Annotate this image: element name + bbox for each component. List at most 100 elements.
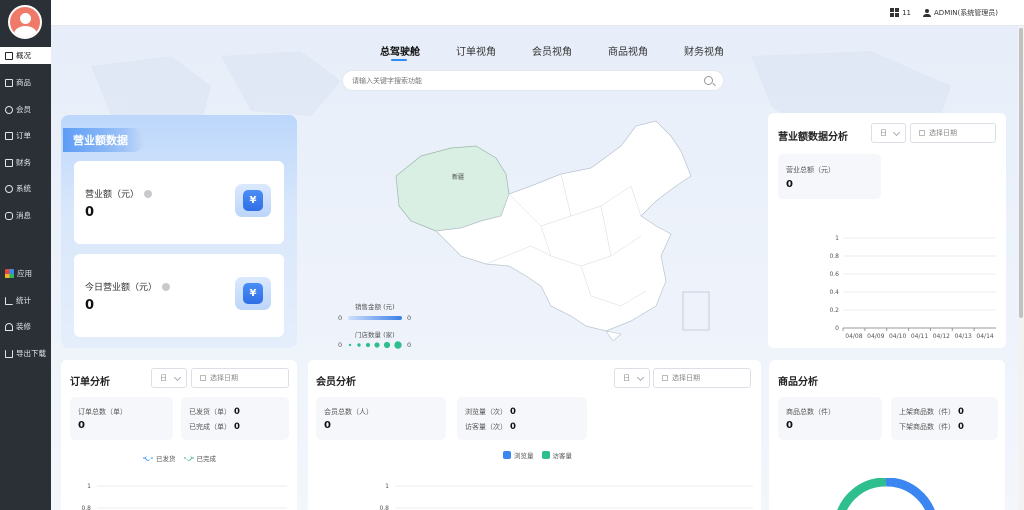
sidebar-item-system[interactable]: 系统	[0, 180, 51, 197]
order-chart-legend: 已发货 已完成	[143, 453, 216, 463]
legend-swatch	[541, 451, 550, 459]
revenue-analysis-card: 营业额数据分析 日 选择日期 营业总额（元） 0 0 0.2 0.4 0.6 0.8 1 0…	[768, 113, 1006, 348]
sidebar-item-finance[interactable]: 财务	[0, 154, 51, 171]
legend-done[interactable]: 已完成	[183, 453, 216, 463]
sidebar-item-stats[interactable]: 统计	[0, 292, 51, 309]
user-icon	[923, 9, 932, 17]
legend-shipped[interactable]: 已发货	[143, 453, 176, 463]
tab-cockpit[interactable]: 总驾驶舱	[362, 43, 438, 61]
total-revenue-card: 营业额（元） 0 ¥	[74, 161, 284, 244]
product-total-stat: 商品总数（件） 0	[778, 397, 882, 440]
revenue-line-chart: 0 0.2 0.4 0.6 0.8 1 04/08 04/09 04/10 04/11 04/12 0…	[829, 235, 996, 340]
today-revenue-value: 0	[85, 298, 95, 313]
shipped-value: 0	[234, 407, 240, 417]
member-bar-chart: 0.81	[379, 483, 753, 510]
tab-members[interactable]: 会员视角	[514, 43, 590, 58]
stat-label: 订单总数（单）	[78, 408, 127, 416]
info-icon[interactable]	[144, 190, 153, 198]
product-analysis-title: 商品分析	[778, 377, 818, 388]
scrollbar-thumb[interactable]	[1019, 28, 1023, 318]
brush-icon	[5, 322, 13, 331]
period-select[interactable]: 日	[151, 368, 187, 388]
member-total-stat: 会员总数（人） 0	[316, 397, 446, 440]
search-input[interactable]	[352, 76, 682, 85]
member-analysis-card: 会员分析 日 选择日期 会员总数（人） 0 浏览量（次） 0 访客量（次） 0 浏览…	[308, 360, 761, 510]
revenue-panel-title: 营业额数据	[63, 128, 145, 152]
view-tabs: 总驾驶舱 订单视角 会员视角 商品视角 财务视角	[362, 43, 742, 61]
china-map[interactable]	[391, 116, 711, 341]
search-icon[interactable]	[704, 76, 713, 85]
user-menu[interactable]: ADMIN(系统管理员)	[923, 8, 998, 18]
views-label: 浏览量（次）	[465, 408, 507, 416]
sales-legend-max: 0	[407, 314, 412, 322]
revenue-total-stat: 营业总额（元） 0	[778, 154, 881, 199]
sidebar-item-label: 订单	[16, 131, 31, 140]
finance-icon	[5, 158, 13, 167]
cart-icon	[5, 131, 13, 140]
visits-label: 访客量（次）	[465, 423, 507, 431]
top-bar: 11 ADMIN(系统管理员)	[51, 0, 1024, 26]
total-revenue-value: 0	[85, 205, 95, 220]
date-picker[interactable]: 选择日期	[910, 123, 996, 143]
sidebar-item-label: 装修	[16, 322, 31, 331]
calendar-coin-icon: ¥	[235, 277, 271, 310]
member-chart-legend: 浏览量 访客量	[503, 450, 572, 460]
chevron-down-icon	[173, 373, 182, 382]
done-value: 0	[234, 422, 240, 432]
revenue-analysis-title: 营业额数据分析	[778, 132, 848, 143]
sidebar-item-orders[interactable]: 订单	[0, 127, 51, 144]
message-counter[interactable]: 11	[890, 8, 911, 17]
calendar-icon	[200, 375, 206, 381]
order-total-stat: 订单总数（单） 0	[70, 397, 173, 440]
sales-legend-title: 销售金额 (元)	[355, 303, 395, 311]
tab-orders[interactable]: 订单视角	[438, 43, 514, 58]
y-tick-label: 0.8	[379, 505, 389, 510]
y-tick-label: 0	[835, 325, 839, 332]
south-china-sea-inset	[682, 291, 710, 331]
order-analysis-card: 订单分析 日 选择日期 订单总数（单） 0 已发货（单） 0 已完成（单） 0 已发…	[61, 360, 297, 510]
tab-finance[interactable]: 财务视角	[666, 43, 742, 58]
tab-products[interactable]: 商品视角	[590, 43, 666, 58]
period-select[interactable]: 日	[614, 368, 650, 388]
on-shelf-value: 0	[958, 407, 964, 417]
x-tick-label: 04/12	[933, 333, 950, 340]
scrollbar[interactable]	[1018, 26, 1024, 510]
sidebar-item-products[interactable]: 商品	[0, 74, 51, 91]
sales-legend-min: 0	[338, 314, 343, 322]
sidebar-item-decorate[interactable]: 装修	[0, 318, 51, 335]
sidebar-item-messages[interactable]: 消息	[0, 207, 51, 224]
coin-icon: ¥	[235, 184, 271, 217]
legend-visits[interactable]: 访客量	[541, 450, 572, 460]
views-value: 0	[510, 407, 516, 417]
date-picker[interactable]: 选择日期	[191, 368, 289, 388]
sidebar-item-overview[interactable]: 概况	[0, 47, 51, 64]
sidebar-item-apps[interactable]: 应用	[0, 265, 51, 282]
stat-label: 会员总数（人）	[324, 408, 373, 416]
calendar-icon	[662, 375, 668, 381]
y-tick-label: 0.8	[81, 505, 91, 510]
today-revenue-card: 今日营业额（元） 0 ¥	[74, 254, 284, 337]
stat-value: 0	[786, 179, 793, 190]
store-dot-scale	[348, 341, 402, 349]
legend-swatch	[503, 451, 511, 459]
box-icon	[5, 78, 13, 87]
product-analysis-card: 商品分析 商品总数（件） 0 上架商品数（件） 0 下架商品数（件） 0	[769, 360, 1005, 510]
dashboard-icon	[5, 51, 13, 60]
y-tick-label: 0.4	[829, 289, 839, 296]
today-revenue-label: 今日营业额（元）	[85, 283, 158, 293]
info-icon[interactable]	[162, 283, 171, 291]
legend-views[interactable]: 浏览量	[503, 450, 534, 460]
date-picker[interactable]: 选择日期	[653, 368, 751, 388]
legend-line-icon	[143, 455, 153, 461]
sidebar-item-label: 系统	[16, 184, 31, 193]
search-bar	[342, 70, 724, 91]
sidebar-item-members[interactable]: 会员	[0, 101, 51, 118]
total-revenue-label: 营业额（元）	[85, 190, 140, 200]
on-shelf-label: 上架商品数（件）	[899, 408, 955, 416]
period-select[interactable]: 日	[871, 123, 906, 143]
x-tick-label: 04/14	[976, 333, 993, 340]
sidebar-item-export[interactable]: 导出下载	[0, 345, 51, 362]
x-tick-label: 04/13	[955, 333, 972, 340]
order-analysis-title: 订单分析	[70, 377, 110, 388]
avatar[interactable]	[8, 5, 42, 39]
